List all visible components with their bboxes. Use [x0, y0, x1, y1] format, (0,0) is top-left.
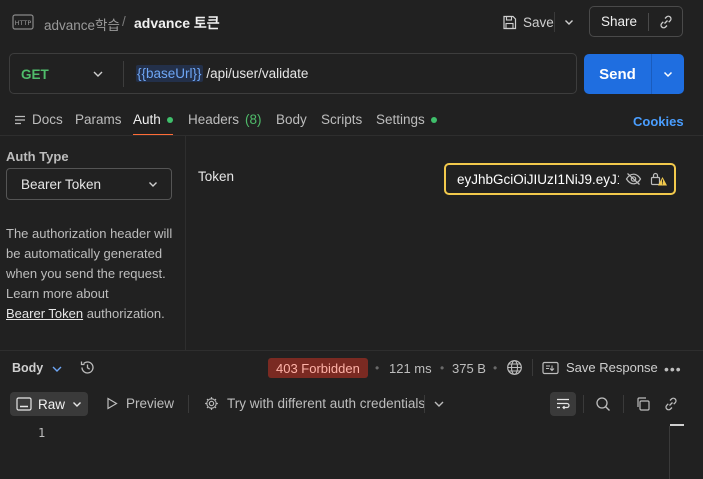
send-group: Send — [584, 54, 684, 94]
history-icon[interactable] — [79, 359, 96, 376]
try-auth-button[interactable]: Try with different auth credentials — [204, 396, 425, 411]
meta-bullet: • — [375, 361, 380, 375]
hide-token-eye-icon[interactable] — [625, 172, 642, 186]
request-title[interactable]: advance 토큰 — [134, 13, 220, 33]
auth-description-text: The authorization header will be automat… — [6, 226, 173, 301]
auth-type-select[interactable]: Bearer Token — [6, 168, 172, 200]
method-chevron-icon[interactable] — [91, 67, 105, 81]
response-divider — [0, 350, 703, 351]
search-icon[interactable] — [595, 396, 611, 412]
save-options-chevron-icon[interactable] — [560, 12, 578, 32]
auth-type-value: Bearer Token — [21, 176, 102, 192]
svg-text:HTTP: HTTP — [15, 19, 32, 27]
try-auth-chevron-icon[interactable] — [432, 397, 446, 411]
share-button[interactable]: Share — [590, 14, 648, 29]
scrollbar-track[interactable] — [669, 426, 670, 479]
tab-headers-label: Headers — [188, 112, 240, 127]
toolbar-divider — [583, 395, 584, 413]
cookies-link[interactable]: Cookies — [633, 114, 684, 129]
settings-gear-icon — [204, 396, 219, 411]
response-size[interactable]: 375 B — [452, 361, 486, 376]
docs-icon — [14, 114, 26, 126]
tabs-divider — [0, 135, 703, 136]
meta-divider — [532, 359, 533, 376]
bearer-token-link[interactable]: Bearer Token — [6, 306, 83, 321]
link-icon[interactable] — [663, 396, 679, 412]
tab-docs-label: Docs — [32, 112, 63, 127]
save-response-icon — [542, 361, 559, 375]
more-options-icon[interactable]: ••• — [664, 361, 682, 377]
toolbar-divider — [623, 395, 624, 413]
tab-auth-label: Auth — [133, 112, 161, 127]
share-group: Share — [589, 6, 683, 37]
response-body-chevron-icon[interactable] — [50, 362, 64, 376]
http-icon: HTTP — [12, 12, 34, 32]
auth-description-suffix: authorization. — [83, 306, 165, 321]
tab-auth[interactable]: Auth — [133, 112, 173, 127]
method-select[interactable]: GET — [21, 67, 49, 82]
tab-body[interactable]: Body — [276, 112, 307, 127]
auth-panel-divider — [185, 136, 186, 350]
copy-icon[interactable] — [635, 396, 651, 412]
toolbar-divider — [424, 395, 425, 413]
token-label: Token — [198, 169, 235, 184]
save-label: Save — [523, 14, 554, 30]
tab-docs[interactable]: Docs — [14, 112, 63, 127]
response-time[interactable]: 121 ms — [389, 361, 432, 376]
tab-settings-label: Settings — [376, 112, 425, 127]
send-button[interactable]: Send — [584, 66, 651, 83]
line-number: 1 — [38, 426, 46, 440]
breadcrumb-separator: / — [122, 14, 126, 29]
auth-type-chevron-icon — [147, 178, 159, 190]
response-body-label[interactable]: Body — [12, 361, 43, 375]
headers-count: (8) — [245, 112, 262, 127]
format-select[interactable]: Raw — [10, 392, 88, 416]
globe-icon[interactable] — [506, 359, 523, 376]
meta-bullet: • — [440, 361, 445, 375]
format-label: Raw — [38, 396, 66, 412]
wrap-lines-icon[interactable] — [550, 392, 576, 416]
toolbar-divider — [188, 395, 189, 413]
send-options-chevron-icon[interactable] — [652, 68, 684, 80]
url-variable[interactable]: {{baseUrl}} — [136, 65, 203, 82]
save-divider — [554, 12, 555, 32]
status-badge[interactable]: 403 Forbidden — [268, 358, 368, 378]
meta-bullet: • — [493, 361, 498, 375]
copy-link-icon[interactable] — [649, 14, 682, 30]
raw-format-icon — [16, 397, 32, 411]
token-input[interactable]: eyJhbGciOiJIUzI1NiJ9.eyJ1c2 — [444, 163, 676, 195]
url-path: /api/user/validate — [202, 66, 309, 81]
lock-warning-icon[interactable] — [650, 171, 668, 187]
play-icon — [106, 397, 118, 410]
tab-params[interactable]: Params — [75, 112, 122, 127]
auth-active-dot — [166, 116, 173, 123]
auth-type-label: Auth Type — [6, 149, 69, 164]
try-auth-label: Try with different auth credentials — [227, 396, 426, 411]
auth-description: The authorization header will be automat… — [6, 224, 182, 324]
url-divider — [123, 61, 124, 87]
save-button[interactable]: Save — [496, 8, 560, 36]
save-response-label: Save Response — [566, 360, 658, 375]
settings-active-dot — [430, 116, 437, 123]
token-value[interactable]: eyJhbGciOiJIUzI1NiJ9.eyJ1c2 — [457, 172, 619, 187]
tab-headers[interactable]: Headers (8) — [188, 112, 262, 127]
save-icon — [502, 15, 517, 30]
url-input[interactable]: {{baseUrl}} /api/user/validate — [136, 65, 309, 82]
preview-label: Preview — [126, 396, 175, 411]
tab-settings[interactable]: Settings — [376, 112, 437, 127]
save-response-button[interactable]: Save Response — [542, 360, 658, 375]
scrollbar-marker — [670, 424, 684, 426]
tab-scripts[interactable]: Scripts — [321, 112, 362, 127]
preview-button[interactable]: Preview — [106, 396, 174, 411]
format-chevron-icon — [71, 398, 83, 410]
breadcrumb-collection[interactable]: advance학습 — [44, 14, 120, 34]
